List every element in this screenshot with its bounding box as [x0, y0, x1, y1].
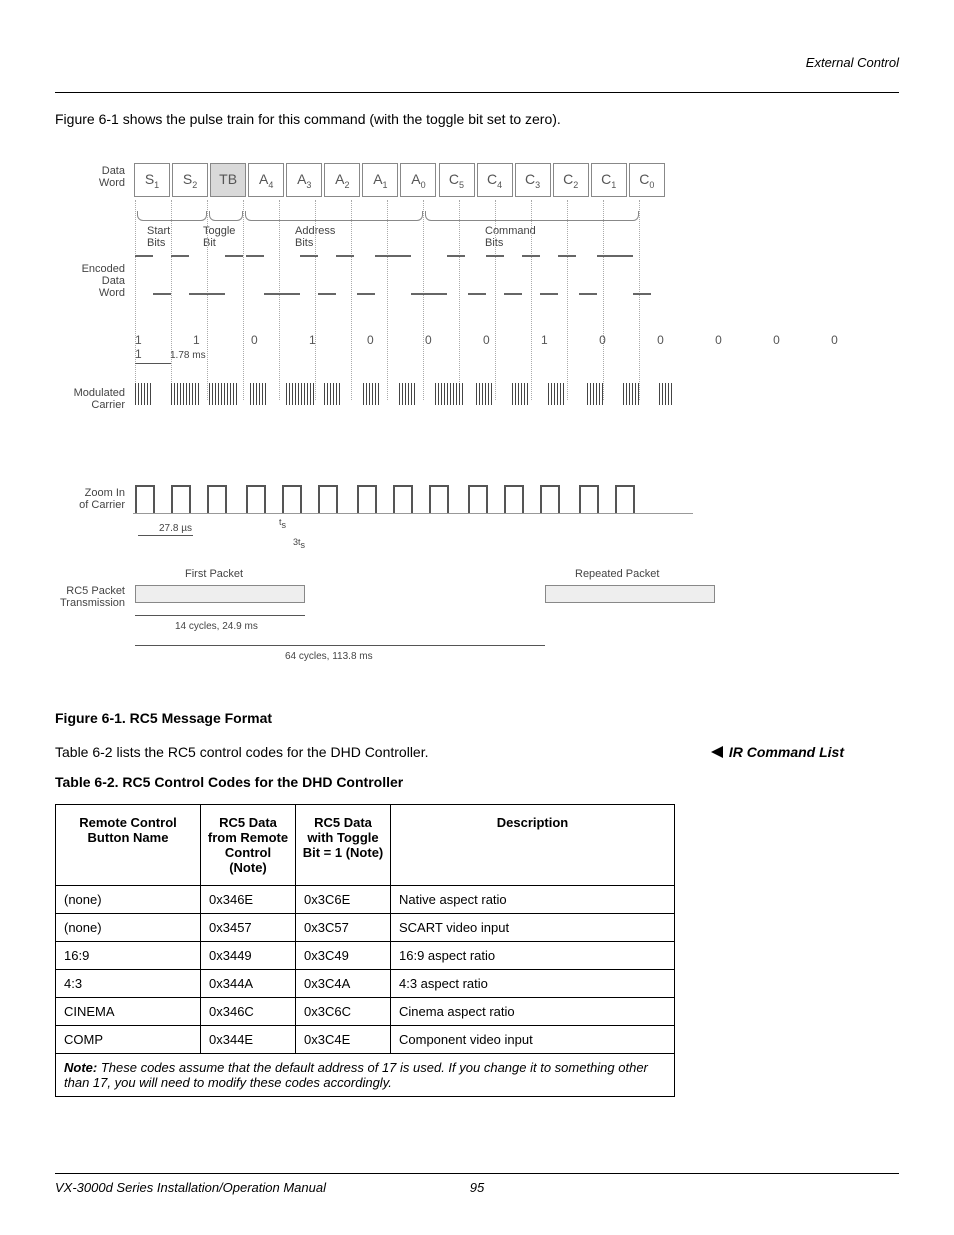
- th-desc: Description: [391, 805, 675, 886]
- label-packet: RC5 Packet Transmission: [55, 585, 125, 609]
- dw-tb: TB: [210, 163, 246, 197]
- dw-c4: C4: [477, 163, 513, 197]
- th-toggle: RC5 Data with Toggle Bit = 1 (Note): [296, 805, 391, 886]
- dw-a3: A3: [286, 163, 322, 197]
- dw-c5: C5: [439, 163, 475, 197]
- table-caption: Table 6-2. RC5 Control Codes for the DHD…: [55, 774, 899, 790]
- dw-a2: A2: [324, 163, 360, 197]
- label-zoom: Zoom In of Carrier: [55, 487, 125, 511]
- figure-6-1: Data Word S1 S2 TB A4 A3 A2 A1 A0 C5 C4 …: [55, 155, 900, 685]
- packet-repeat-label: Repeated Packet: [575, 568, 659, 580]
- table-row: CINEMA0x346C0x3C6CCinema aspect ratio: [56, 998, 675, 1026]
- zoom-baseline: [133, 513, 693, 514]
- label-encoded: Encoded Data Word: [55, 263, 125, 299]
- packet-time-2: 64 cycles, 113.8 ms: [285, 651, 373, 662]
- left-arrow-icon: [711, 746, 723, 758]
- zoom-arrow: [138, 535, 193, 536]
- ts-label: ts: [279, 517, 286, 530]
- header-rule: [55, 92, 899, 93]
- dw-a0: A0: [400, 163, 436, 197]
- footer: VX-3000d Series Installation/Operation M…: [55, 1173, 899, 1195]
- note-text: These codes assume that the default addr…: [64, 1060, 648, 1090]
- dw-a4: A4: [248, 163, 284, 197]
- dw-s2: S2: [172, 163, 208, 197]
- packet-row: [135, 585, 715, 603]
- table-note-row: Note: These codes assume that the defaul…: [56, 1054, 675, 1097]
- encoded-bit-values: 1 1 0 1 0 0 0 1 0 0 0 0 0 1: [135, 333, 900, 361]
- label-modulated: Modulated Carrier: [55, 387, 125, 411]
- bit-time-label: 1.78 ms: [170, 350, 206, 361]
- table-row: 16:90x34490x3C4916:9 aspect ratio: [56, 942, 675, 970]
- label-data-word: Data Word: [55, 165, 125, 189]
- ts3-label: 3ts: [293, 537, 305, 550]
- footer-page: 95: [470, 1180, 484, 1195]
- intro-paragraph: Figure 6-1 shows the pulse train for thi…: [55, 111, 899, 127]
- th-rc5: RC5 Data from Remote Control (Note): [201, 805, 296, 886]
- encoded-waveform: [135, 255, 655, 310]
- rc5-codes-table: Remote Control Button Name RC5 Data from…: [55, 804, 675, 1097]
- table-row: 4:30x344A0x3C4A4:3 aspect ratio: [56, 970, 675, 998]
- dw-c1: C1: [591, 163, 627, 197]
- side-heading-text: IR Command List: [729, 744, 844, 760]
- packet-arrow-2: [135, 645, 545, 646]
- dw-a1: A1: [362, 163, 398, 197]
- footer-manual: VX-3000d Series Installation/Operation M…: [55, 1180, 326, 1195]
- carrier-zoom: [135, 485, 651, 513]
- table-row: (none)0x346E0x3C6ENative aspect ratio: [56, 886, 675, 914]
- table-row: COMP0x344E0x3C4EComponent video input: [56, 1026, 675, 1054]
- dw-c0: C0: [629, 163, 665, 197]
- dw-c3: C3: [515, 163, 551, 197]
- table-body: (none)0x346E0x3C6ENative aspect ratio (n…: [56, 886, 675, 1097]
- bit-time-arrow: [135, 363, 171, 364]
- data-word-row: S1 S2 TB A4 A3 A2 A1 A0 C5 C4 C3 C2 C1 C…: [135, 163, 665, 197]
- th-button: Remote Control Button Name: [56, 805, 201, 886]
- modulated-carrier: [135, 383, 673, 405]
- packet-arrow-1: [135, 615, 305, 616]
- dw-c2: C2: [553, 163, 589, 197]
- side-heading: IR Command List: [711, 744, 844, 760]
- packet-first-label: First Packet: [185, 568, 243, 580]
- packet-time-1: 14 cycles, 24.9 ms: [175, 621, 258, 632]
- note-label: Note:: [64, 1060, 97, 1075]
- table-row: (none)0x34570x3C57SCART video input: [56, 914, 675, 942]
- header-section: External Control: [55, 55, 899, 70]
- zoom-time-label: 27.8 µs: [159, 523, 192, 534]
- dw-s1: S1: [134, 163, 170, 197]
- figure-caption: Figure 6-1. RC5 Message Format: [55, 710, 899, 726]
